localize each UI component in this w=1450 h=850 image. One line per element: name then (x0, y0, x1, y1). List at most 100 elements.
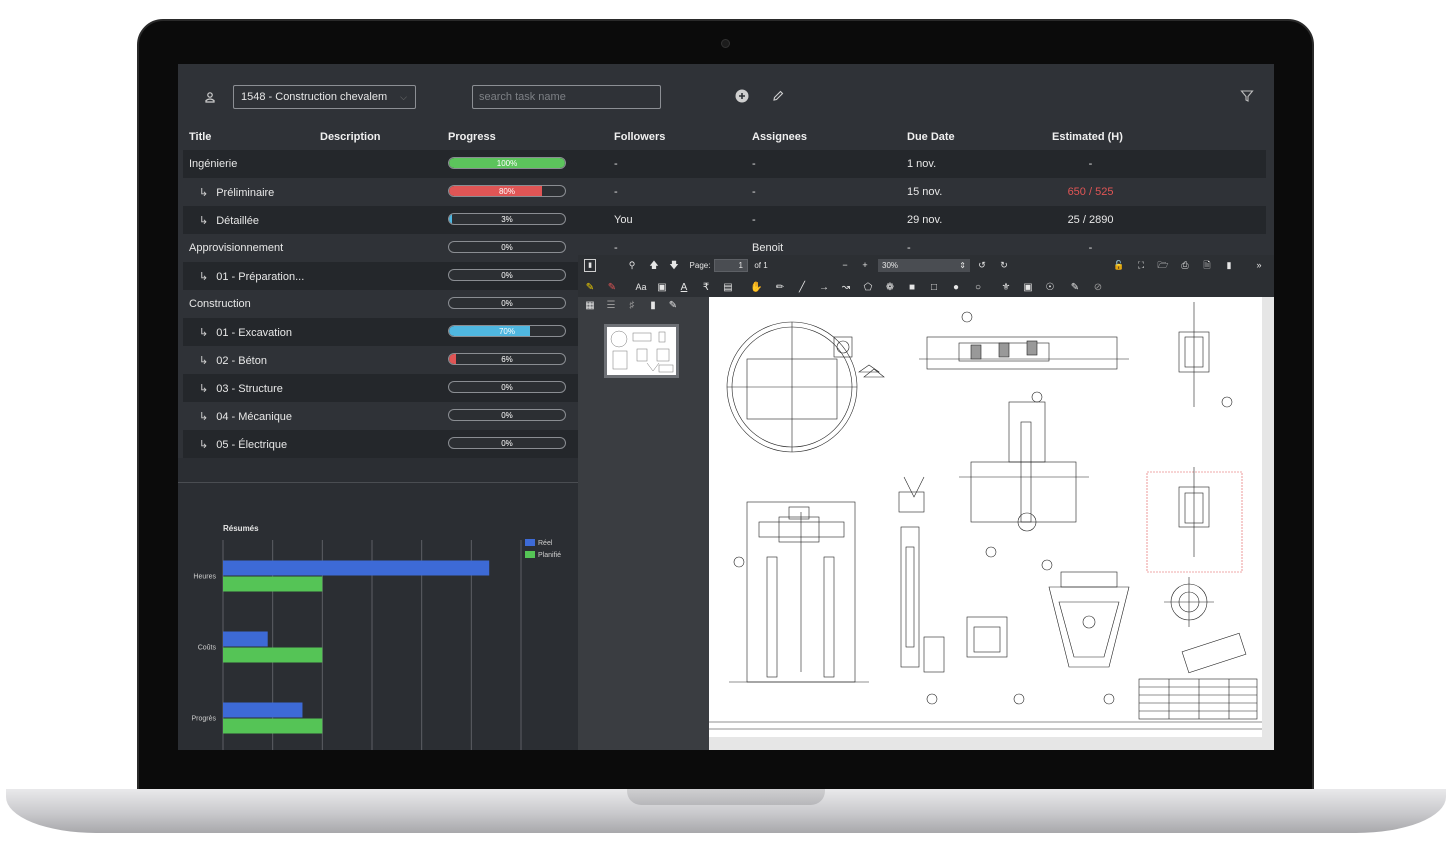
task-title[interactable]: ↳ 01 - Excavation (199, 326, 292, 339)
more-tools-icon[interactable]: » (1252, 259, 1266, 272)
chart-legend-label: Planifié (538, 552, 561, 559)
search-icon[interactable]: ⚲ (626, 259, 638, 272)
squiggly-icon[interactable]: ▤ (722, 281, 734, 294)
strikeout-icon[interactable]: ₹ (700, 281, 712, 294)
edit-icon[interactable] (771, 89, 785, 103)
arrow-icon[interactable]: → (818, 281, 830, 294)
user-icon[interactable] (204, 91, 216, 103)
laptop-notch (627, 789, 825, 805)
project-select[interactable]: 1548 - Construction chevalem ⌵ (233, 85, 416, 109)
camera-icon[interactable]: ▣ (1022, 281, 1034, 294)
page-thumbnail[interactable] (604, 324, 679, 378)
column-description[interactable]: Description (320, 131, 381, 143)
print-icon[interactable]: ⎙ (1179, 259, 1191, 272)
underline-icon[interactable]: A (678, 281, 690, 294)
polygon-icon[interactable]: ⬠ (862, 281, 874, 294)
pan-icon[interactable]: ✋ (750, 281, 762, 294)
stamp-icon[interactable]: ⚜ (1000, 281, 1012, 294)
highlight-icon[interactable]: ✎ (584, 281, 596, 294)
task-title[interactable]: ↳ 05 - Électrique (199, 438, 287, 451)
annotation-toolbar: ✎ ✎ Aa ▣ A ₹ ▤ ✋ ✏ ╱ → ↝ ⬠ ❁ ■ □ ● ○ ⚜ ▣… (578, 277, 1274, 297)
zoom-in-icon[interactable]: + (860, 259, 870, 272)
task-title[interactable]: ↳ Détaillée (199, 214, 259, 227)
next-page-icon[interactable]: 🡇 (668, 259, 680, 272)
rotate-ccw-icon[interactable]: ↺ (976, 259, 988, 272)
add-task-icon[interactable] (735, 89, 749, 103)
chart-legend-label: Réel (538, 540, 553, 547)
text-box-icon[interactable]: ▣ (656, 281, 668, 294)
sidebar-toggle-icon[interactable]: ▮ (584, 259, 596, 272)
task-due-date: - (907, 242, 911, 254)
summary-chart-panel: Résumés 0%50%100%150%200%250%300%HeuresC… (178, 458, 578, 750)
vertical-scrollbar[interactable] (1262, 297, 1274, 737)
horizontal-scrollbar[interactable] (709, 737, 1274, 750)
measure-icon[interactable]: ☉ (1044, 281, 1056, 294)
task-title[interactable]: ↳ 01 - Préparation... (199, 270, 304, 283)
column-title[interactable]: Title (189, 131, 211, 143)
task-title[interactable]: ↳ 02 - Béton (199, 354, 267, 367)
eye-off-icon[interactable]: ⊘ (1092, 281, 1104, 294)
task-title[interactable]: ↳ 03 - Structure (199, 382, 283, 395)
open-file-icon[interactable]: 🗁 (1157, 259, 1169, 272)
task-title[interactable]: ↳ 04 - Mécanique (199, 410, 292, 423)
unlock-icon[interactable]: 🔓 (1113, 259, 1125, 272)
chart-category-label: Progrès (191, 716, 216, 723)
thumbnails-icon[interactable]: ▦ (584, 299, 596, 312)
task-title-text: Détaillée (216, 215, 260, 227)
column-due-date[interactable]: Due Date (907, 131, 955, 143)
progress-bar: 0% (448, 381, 566, 393)
zoom-out-icon[interactable]: − (840, 259, 850, 272)
task-assignees: - (752, 186, 756, 198)
signature-icon[interactable]: ✎ (1068, 281, 1082, 294)
attachments-icon[interactable]: ♯ (626, 299, 638, 312)
filter-icon[interactable] (1240, 89, 1254, 103)
task-title[interactable]: Construction (189, 298, 251, 310)
bookmarks-icon[interactable]: ▮ (647, 299, 659, 312)
technical-drawing (709, 302, 1262, 730)
download-icon[interactable]: 🗎 (1201, 259, 1213, 272)
task-estimated: 650 / 525 (1067, 186, 1114, 198)
chart-title: Résumés (223, 524, 259, 533)
page-label: Page: (689, 261, 711, 270)
cloud-icon[interactable]: ❁ (884, 281, 896, 294)
subtask-arrow-icon: ↳ (199, 215, 209, 227)
summary-chart: Résumés 0%50%100%150%200%250%300%HeuresC… (191, 524, 561, 750)
ellipse-fill-icon[interactable]: ● (950, 281, 962, 294)
table-row[interactable]: ↳ Détaillée 3% You - 29 nov. 25 / 2890 (183, 206, 1266, 234)
search-input[interactable] (472, 85, 661, 109)
fullscreen-icon[interactable]: ⛶ (1135, 259, 1147, 272)
table-row[interactable]: Ingénierie 100% - - 1 nov. - (183, 150, 1266, 178)
previous-page-icon[interactable]: 🡅 (648, 259, 660, 272)
progress-bar: 80% (448, 185, 566, 197)
rotate-cw-icon[interactable]: ↻ (998, 259, 1010, 272)
task-title[interactable]: ↳ Préliminaire (199, 186, 274, 199)
progress-bar: 0% (448, 297, 566, 309)
rectangle-icon[interactable]: □ (928, 281, 940, 294)
bookmark-icon[interactable]: ▮ (1223, 259, 1235, 272)
column-progress[interactable]: Progress (448, 131, 496, 143)
page-number-input[interactable]: 1 (714, 259, 748, 272)
zoom-select[interactable]: 30% ⇕ (878, 259, 970, 272)
thumbnail-drawing (610, 330, 674, 373)
task-due-date: 15 nov. (907, 186, 943, 198)
task-title-text: 04 - Mécanique (216, 411, 293, 423)
outline-icon[interactable]: ☰ (605, 299, 617, 312)
column-followers[interactable]: Followers (614, 131, 665, 143)
progress-label: 0% (501, 439, 513, 448)
annotations-icon[interactable]: ✎ (667, 299, 679, 312)
task-title[interactable]: Approvisionnement (189, 242, 283, 254)
pen-icon[interactable]: ✏ (774, 281, 786, 294)
table-row[interactable]: ↳ Préliminaire 80% - - 15 nov. 650 / 525 (183, 178, 1266, 206)
line-icon[interactable]: ╱ (796, 281, 808, 294)
progress-label: 6% (501, 355, 513, 364)
polyline-icon[interactable]: ↝ (840, 281, 852, 294)
pdf-document-area[interactable] (709, 297, 1274, 750)
task-title[interactable]: Ingénierie (189, 158, 237, 170)
font-icon[interactable]: Aa (634, 281, 648, 294)
highlight-text-icon[interactable]: ✎ (606, 281, 618, 294)
progress-bar: 6% (448, 353, 566, 365)
ellipse-icon[interactable]: ○ (972, 281, 984, 294)
column-assignees[interactable]: Assignees (752, 131, 807, 143)
rectangle-fill-icon[interactable]: ■ (906, 281, 918, 294)
column-estimated[interactable]: Estimated (H) (1052, 131, 1123, 143)
